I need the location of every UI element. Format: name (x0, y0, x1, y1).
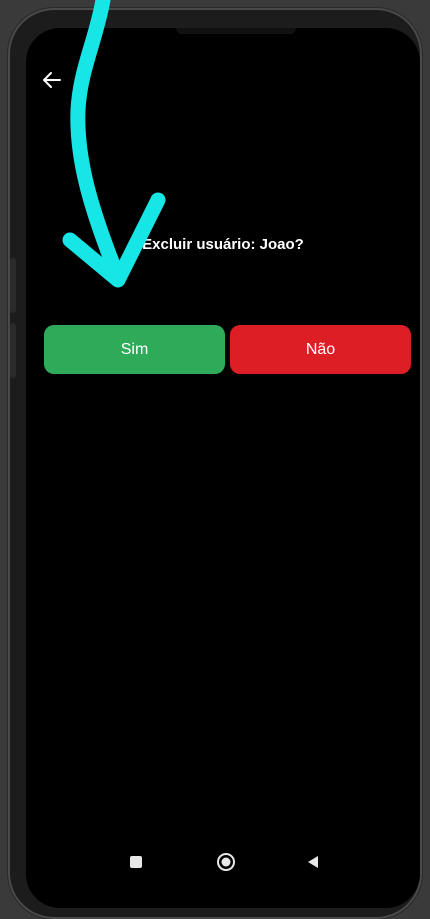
no-button-label: Não (305, 340, 336, 358)
delete-user-question: Excluir usuário: Joao? (142, 236, 304, 253)
navigation-bar (26, 848, 420, 878)
camera-notch (176, 28, 296, 34)
volume-up-button (10, 258, 16, 313)
triangle-back-icon[interactable] (306, 855, 320, 869)
phone-frame: Excluir usuário: Joao? Sim Não (8, 8, 422, 919)
phone-screen: Excluir usuário: Joao? Sim Não (26, 28, 420, 908)
back-arrow-icon[interactable] (40, 68, 64, 92)
yes-button[interactable]: Sim (44, 325, 225, 374)
yes-button-label: Sim (120, 340, 149, 358)
volume-down-button (10, 323, 16, 378)
circle-icon[interactable] (216, 852, 236, 872)
square-icon[interactable] (130, 856, 142, 868)
no-button[interactable]: Não (230, 325, 411, 374)
